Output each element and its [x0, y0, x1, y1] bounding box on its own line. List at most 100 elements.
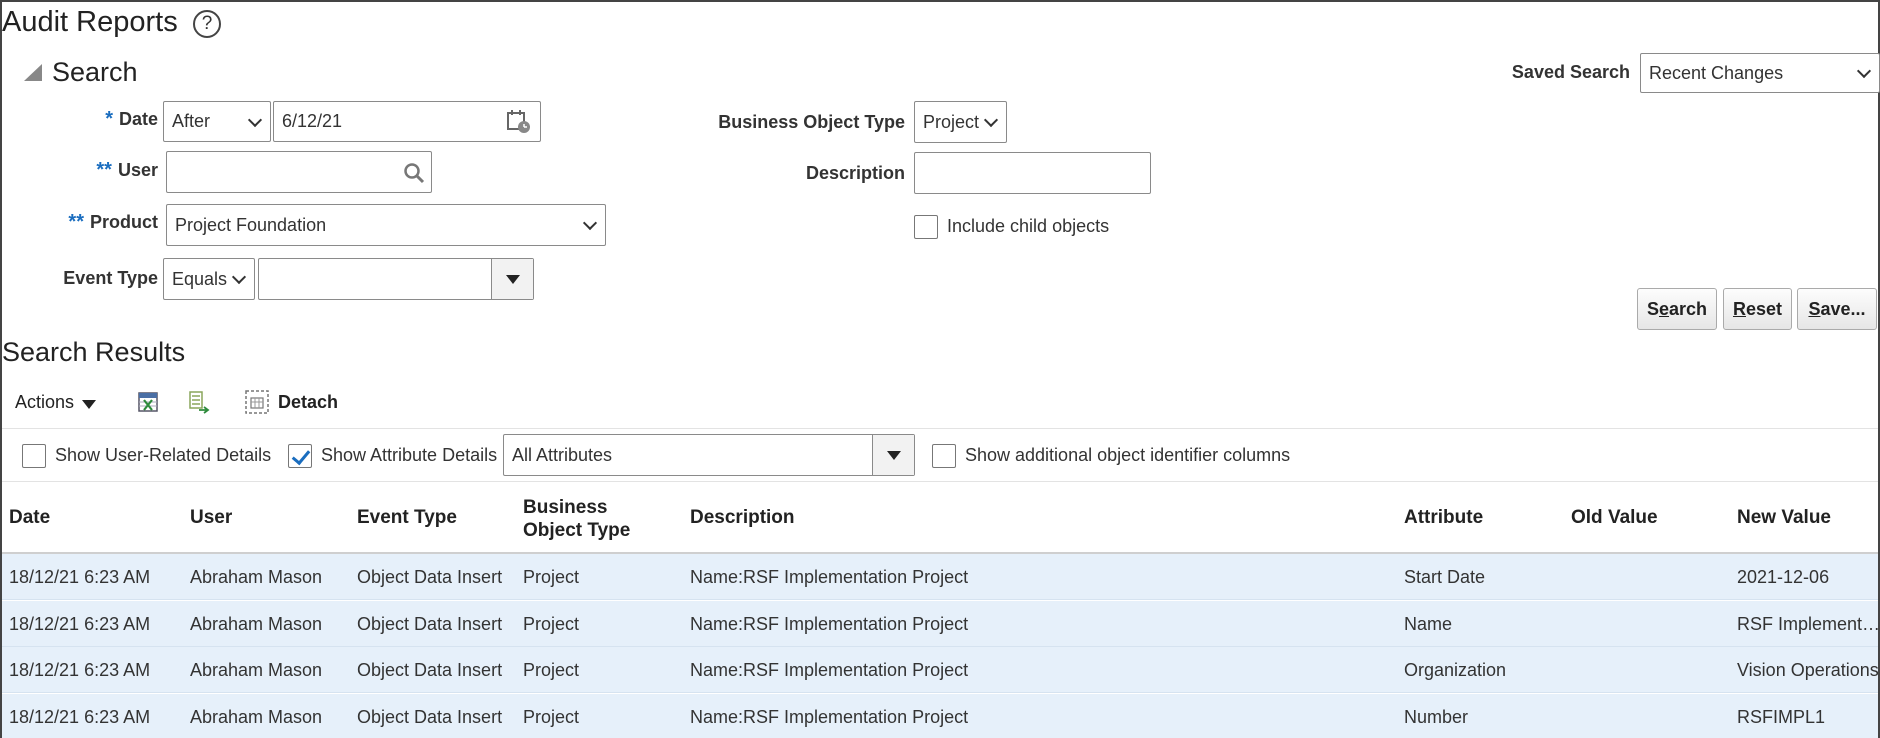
detach-button[interactable]: Detach: [278, 392, 338, 413]
business-object-type-label: Business Object Type: [718, 112, 905, 132]
save-button-label: Save...: [1808, 298, 1866, 319]
column-header-description[interactable]: Description: [690, 507, 795, 529]
column-header-old-value[interactable]: Old Value: [1571, 507, 1658, 529]
table-cell: RSF Implement…: [1737, 613, 1878, 634]
calendar-icon[interactable]: [506, 109, 532, 135]
table-cell: 18/12/21 6:23 AM: [9, 706, 151, 727]
toolbar-divider: [2, 428, 1878, 429]
reset-button[interactable]: Reset: [1723, 288, 1792, 330]
show-user-related-details-checkbox[interactable]: [22, 444, 46, 468]
table-cell: Abraham Mason: [190, 613, 323, 634]
filter-divider: [2, 481, 1878, 482]
table-cell: Project: [523, 567, 580, 587]
chevron-down-icon: [247, 112, 263, 127]
freeze-column-icon[interactable]: [187, 389, 213, 415]
description-input[interactable]: [914, 152, 1151, 194]
table-cell: 18/12/21 6:23 AM: [9, 613, 151, 634]
search-section-title: Search: [52, 57, 138, 87]
event-type-operator-select[interactable]: Equals: [163, 258, 255, 300]
table-cell: 2021-12-06: [1737, 567, 1830, 587]
required-marker: **: [68, 211, 84, 233]
event-type-combobox[interactable]: [258, 258, 534, 300]
table-cell: 18/12/21 6:23 AM: [9, 660, 151, 680]
table-cell: RSFIMPL1: [1737, 706, 1826, 727]
column-header-attribute[interactable]: Attribute: [1404, 507, 1483, 529]
user-input[interactable]: [166, 151, 432, 193]
table-cell: 18/12/21 6:23 AM: [9, 567, 151, 587]
date-label-wrap: * Date: [40, 108, 158, 131]
date-operator-value: After: [172, 111, 211, 131]
collapse-triangle-icon[interactable]: [24, 64, 42, 81]
show-additional-identifier-columns-checkbox[interactable]: [932, 444, 956, 468]
page-title: Audit Reports: [2, 6, 178, 38]
product-select[interactable]: Project Foundation: [166, 204, 606, 246]
column-header-business-line2: Object Type: [523, 520, 631, 541]
show-attribute-details-label: Show Attribute Details: [321, 445, 498, 465]
table-cell: Name:RSF Implementation Project: [690, 567, 969, 587]
product-label-wrap: ** Product: [40, 211, 158, 234]
search-results-title: Search Results: [2, 337, 186, 367]
chevron-down-icon: [231, 269, 247, 285]
actions-menu[interactable]: Actions: [15, 392, 97, 413]
table-cell: Organization: [1404, 660, 1507, 680]
column-header-business-object-type[interactable]: Business Object Type: [523, 496, 630, 542]
search-button-label: Search: [1646, 298, 1708, 319]
actions-label: Actions: [15, 392, 75, 412]
table-cell: Start Date: [1404, 567, 1486, 587]
table-cell: Number: [1404, 706, 1469, 727]
include-child-objects-checkbox[interactable]: [914, 215, 938, 239]
date-label: Date: [118, 109, 158, 129]
help-icon[interactable]: ?: [193, 10, 221, 38]
save-button[interactable]: Save...: [1797, 288, 1877, 330]
saved-search-label: Saved Search: [1511, 62, 1630, 82]
product-label: Product: [89, 212, 158, 232]
event-type-label: Event Type: [63, 268, 158, 288]
search-button[interactable]: Search: [1637, 288, 1717, 330]
export-to-excel-icon[interactable]: [136, 389, 162, 415]
date-value: 6/12/21: [282, 111, 343, 131]
show-additional-identifier-columns-label: Show additional object identifier column…: [965, 445, 1291, 465]
event-type-operator-value: Equals: [172, 268, 228, 289]
product-value: Project Foundation: [175, 214, 327, 235]
column-header-event-type[interactable]: Event Type: [357, 507, 457, 529]
user-label-wrap: ** User: [40, 159, 158, 182]
table-cell: Abraham Mason: [190, 706, 323, 727]
table-cell: Project: [523, 660, 580, 680]
description-label: Description: [805, 163, 905, 183]
caret-down-icon: [505, 274, 520, 284]
table-cell: Name:RSF Implementation Project: [690, 613, 969, 634]
date-operator-select[interactable]: After: [163, 101, 271, 142]
dropdown-button[interactable]: [872, 435, 914, 475]
table-cell: Object Data Insert: [357, 613, 503, 634]
column-header-user[interactable]: User: [190, 507, 232, 529]
column-header-new-value[interactable]: New Value: [1737, 507, 1831, 529]
detach-icon[interactable]: [244, 389, 270, 415]
show-attribute-details-checkbox[interactable]: [288, 444, 312, 468]
table-cell: Object Data Insert: [357, 706, 503, 727]
dropdown-button[interactable]: [491, 259, 533, 299]
table-cell: Vision Operations: [1737, 660, 1878, 680]
table-cell: Name:RSF Implementation Project: [690, 660, 969, 680]
search-icon[interactable]: [403, 162, 425, 184]
reset-button-label: Reset: [1732, 298, 1783, 319]
table-cell: Abraham Mason: [190, 567, 323, 587]
saved-search-select[interactable]: Recent Changes: [1640, 53, 1880, 93]
user-label: User: [117, 160, 158, 180]
table-cell: Abraham Mason: [190, 660, 323, 680]
chevron-down-icon: [582, 215, 598, 231]
column-header-date[interactable]: Date: [9, 507, 50, 529]
table-cell: Name: [1404, 613, 1453, 634]
caret-down-icon: [886, 450, 901, 460]
required-marker: **: [96, 159, 112, 181]
table-cell: Name:RSF Implementation Project: [690, 706, 969, 727]
table-cell: Object Data Insert: [357, 660, 503, 680]
chevron-down-icon: [983, 112, 999, 128]
table-cell: Project: [523, 706, 580, 727]
business-object-type-select[interactable]: Project: [914, 101, 1007, 143]
include-child-objects-label: Include child objects: [947, 216, 1110, 236]
required-marker: *: [105, 108, 113, 130]
caret-down-icon: [82, 399, 97, 409]
attribute-filter-combobox[interactable]: All Attributes: [503, 434, 915, 476]
saved-search-value: Recent Changes: [1649, 62, 1784, 83]
date-input[interactable]: 6/12/21: [273, 101, 541, 142]
